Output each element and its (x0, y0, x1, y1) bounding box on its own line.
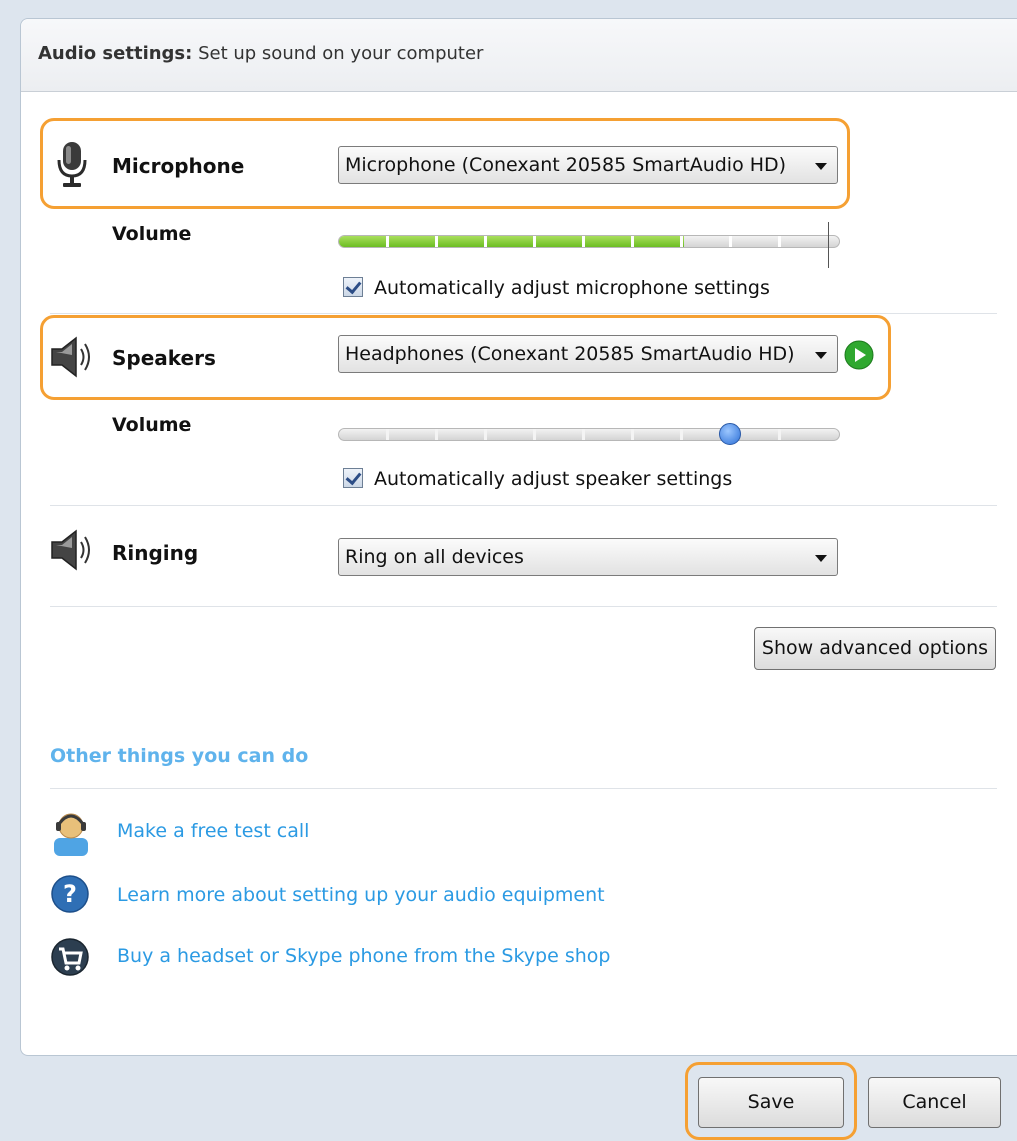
speakers-volume-label: Volume (112, 414, 192, 436)
slider-segment (533, 429, 536, 440)
meter-segment (533, 236, 536, 247)
page-subtitle: Set up sound on your computer (198, 43, 484, 64)
divider (50, 313, 997, 314)
meter-segment (484, 236, 487, 247)
slider-segment (680, 429, 683, 440)
divider (50, 788, 997, 789)
microphone-volume-label: Volume (112, 223, 192, 245)
meter-segment (386, 236, 389, 247)
divider (50, 505, 997, 506)
speakers-volume-track (338, 428, 840, 441)
ringing-speaker-icon (51, 529, 90, 571)
microphone-device-select[interactable]: Microphone (Conexant 20585 SmartAudio HD… (338, 146, 838, 184)
buy-headset-link[interactable]: Buy a headset or Skype phone from the Sk… (117, 945, 610, 967)
save-button[interactable]: Save (698, 1077, 844, 1128)
chevron-down-icon (815, 555, 827, 562)
meter-segment (680, 236, 683, 247)
microphone-volume-meter (338, 235, 840, 248)
microphone-label: Microphone (112, 154, 245, 178)
slider-segment (582, 429, 585, 440)
meter-segment (631, 236, 634, 247)
show-advanced-options-button[interactable]: Show advanced options (754, 627, 996, 670)
microphone-threshold-marker (828, 222, 829, 268)
other-things-heading: Other things you can do (50, 745, 309, 767)
divider (50, 606, 997, 607)
svg-text:?: ? (63, 880, 77, 908)
cancel-button[interactable]: Cancel (868, 1077, 1001, 1128)
help-icon: ? (51, 875, 89, 913)
test-call-link[interactable]: Make a free test call (117, 820, 309, 842)
speakers-auto-adjust-label: Automatically adjust speaker settings (374, 468, 733, 490)
meter-segment (435, 236, 438, 247)
speakers-label: Speakers (112, 346, 216, 370)
meter-segment (778, 236, 781, 247)
microphone-auto-adjust-checkbox[interactable] (343, 277, 363, 297)
ringing-device-select[interactable]: Ring on all devices (338, 538, 838, 576)
learn-more-audio-link[interactable]: Learn more about setting up your audio e… (117, 884, 605, 906)
play-test-sound-button[interactable] (844, 340, 874, 370)
speakers-auto-adjust-checkbox[interactable] (343, 468, 363, 488)
ringing-label: Ringing (112, 541, 199, 565)
chevron-down-icon (815, 163, 827, 170)
slider-segment (435, 429, 438, 440)
page-title: Audio settings: Set up sound on your com… (38, 43, 484, 64)
speakers-device-value: Headphones (Conexant 20585 SmartAudio HD… (345, 343, 795, 365)
speakers-volume-slider-handle[interactable] (718, 423, 741, 445)
meter-segment (729, 236, 732, 247)
speakers-device-select[interactable]: Headphones (Conexant 20585 SmartAudio HD… (338, 335, 838, 373)
slider-segment (386, 429, 389, 440)
slider-segment (778, 429, 781, 440)
microphone-icon (57, 142, 87, 187)
meter-segment (582, 236, 585, 247)
test-call-user-icon (54, 813, 88, 856)
microphone-auto-adjust-label: Automatically adjust microphone settings (374, 277, 770, 299)
microphone-device-value: Microphone (Conexant 20585 SmartAudio HD… (345, 154, 787, 176)
slider-segment (484, 429, 487, 440)
panel-header: Audio settings: Set up sound on your com… (21, 19, 1017, 92)
ringing-device-value: Ring on all devices (345, 546, 524, 568)
skype-shop-icon (51, 938, 89, 976)
speaker-icon (51, 336, 90, 378)
chevron-down-icon (815, 352, 827, 359)
slider-segment (631, 429, 634, 440)
